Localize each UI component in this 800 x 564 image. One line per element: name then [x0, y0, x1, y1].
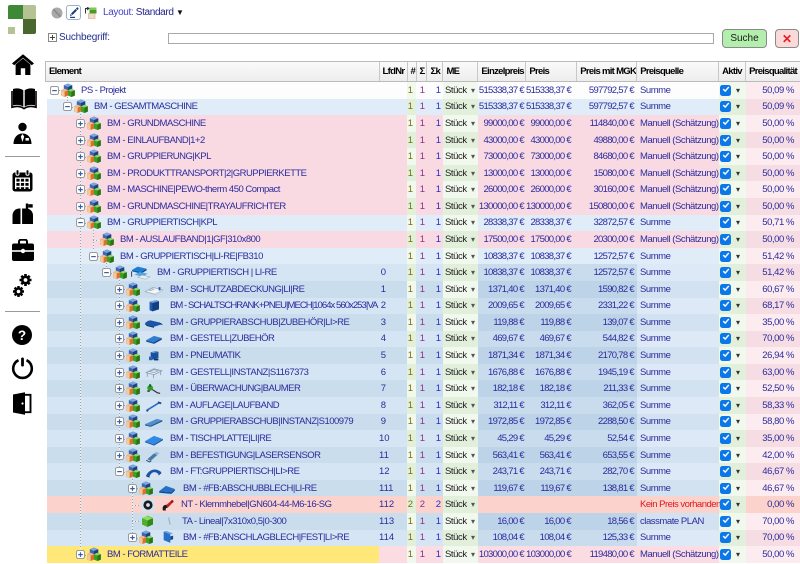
svg-text:?: ?	[18, 328, 26, 343]
